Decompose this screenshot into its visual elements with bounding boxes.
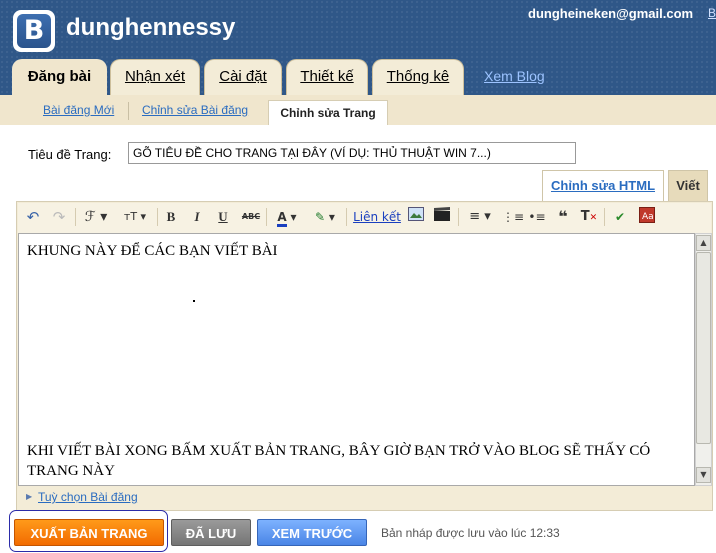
italic-button[interactable]: I <box>189 207 205 227</box>
editor-text-bottom: KHI VIẾT BÀI XONG BẤM XUẤT BẢN TRANG, BÂ… <box>27 443 651 479</box>
text-color-glyph: A <box>277 210 287 227</box>
transliterate-icon[interactable]: Aa <box>638 207 656 227</box>
redo-icon[interactable]: ↷ <box>50 207 68 227</box>
draft-saved-status: Bản nháp được lưu vào lúc 12:33 <box>381 526 560 540</box>
scroll-up-arrow-icon[interactable]: ▲ <box>696 235 711 251</box>
tab-settings[interactable]: Cài đặt <box>204 59 282 95</box>
toolbar-divider <box>266 208 267 226</box>
blogger-logo-icon: B <box>17 14 51 48</box>
insert-image-icon[interactable] <box>407 207 425 227</box>
tab-stats[interactable]: Thống kê <box>372 59 464 95</box>
highlight-color-icon[interactable]: ✎ ▾ <box>310 207 340 227</box>
tab-design[interactable]: Thiết kế <box>286 59 368 95</box>
font-size-glyph: тT <box>123 210 138 223</box>
blog-name: dunghennessy <box>66 14 236 41</box>
align-icon[interactable]: ≡ ▾ <box>465 207 495 227</box>
toolbar-divider <box>458 208 459 226</box>
tab-posting[interactable]: Đăng bài <box>12 59 107 97</box>
preview-button[interactable]: XEM TRƯỚC <box>257 519 367 546</box>
clear-format-icon[interactable]: T✕ <box>580 207 598 227</box>
toolbar-divider <box>604 208 605 226</box>
subtab-new-post[interactable]: Bài đăng Mới <box>43 103 114 117</box>
insert-link-button[interactable]: Liên kết <box>353 207 401 227</box>
numbered-list-icon[interactable]: ⋮≡ <box>502 207 524 227</box>
user-menu-link[interactable]: B <box>708 6 716 20</box>
publish-page-button[interactable]: XUẤT BẢN TRANG <box>14 519 164 546</box>
expand-triangle-icon[interactable]: ▶ <box>26 492 32 501</box>
toolbar-divider <box>75 208 76 226</box>
page-title-input[interactable] <box>128 142 576 164</box>
scroll-thumb[interactable] <box>696 252 711 444</box>
insert-video-icon[interactable] <box>433 207 451 227</box>
tab-comments[interactable]: Nhận xét <box>110 59 200 95</box>
compose-tab[interactable]: Viết <box>668 170 708 202</box>
blockquote-icon[interactable]: ❝ <box>554 207 572 227</box>
edit-html-tab[interactable]: Chỉnh sửa HTML <box>542 170 664 202</box>
scroll-down-arrow-icon[interactable]: ▼ <box>696 467 711 483</box>
subtab-divider <box>128 102 129 120</box>
subtab-edit-pages[interactable]: Chỉnh sửa Trang <box>268 100 388 125</box>
editor-text-top: KHUNG NÀY ĐỂ CÁC BẠN VIẾT BÀI <box>27 243 278 259</box>
view-blog-link[interactable]: Xem Blog <box>484 68 545 84</box>
bulleted-list-icon[interactable]: •≡ <box>528 207 546 227</box>
bold-button[interactable]: B <box>163 207 179 227</box>
strikethrough-button[interactable]: ABC <box>240 207 262 227</box>
font-family-icon[interactable]: ℱ ▾ <box>82 207 110 227</box>
stray-dot <box>193 300 195 302</box>
underline-button[interactable]: U <box>215 207 231 227</box>
spellcheck-icon[interactable]: ✔ <box>610 207 630 227</box>
undo-icon[interactable]: ↶ <box>24 207 42 227</box>
toolbar-divider <box>157 208 158 226</box>
blogger-logo[interactable]: B <box>13 10 55 52</box>
subtab-edit-posts[interactable]: Chỉnh sửa Bài đăng <box>142 103 248 117</box>
user-email: dungheineken@gmail.com <box>528 6 694 21</box>
text-color-icon[interactable]: A ▾ <box>272 207 302 227</box>
page-title-label: Tiêu đề Trang: <box>28 147 112 162</box>
font-family-glyph: ℱ <box>84 209 96 225</box>
toolbar-divider <box>346 208 347 226</box>
post-options-link[interactable]: Tuỳ chọn Bài đăng <box>38 490 138 504</box>
svg-text:Aa: Aa <box>642 212 654 222</box>
font-size-icon[interactable]: тT ▾ <box>118 207 152 227</box>
saved-button[interactable]: ĐÃ LƯU <box>171 519 251 546</box>
blogger-header: B dunghennessy dungheineken@gmail.com B … <box>0 0 716 97</box>
